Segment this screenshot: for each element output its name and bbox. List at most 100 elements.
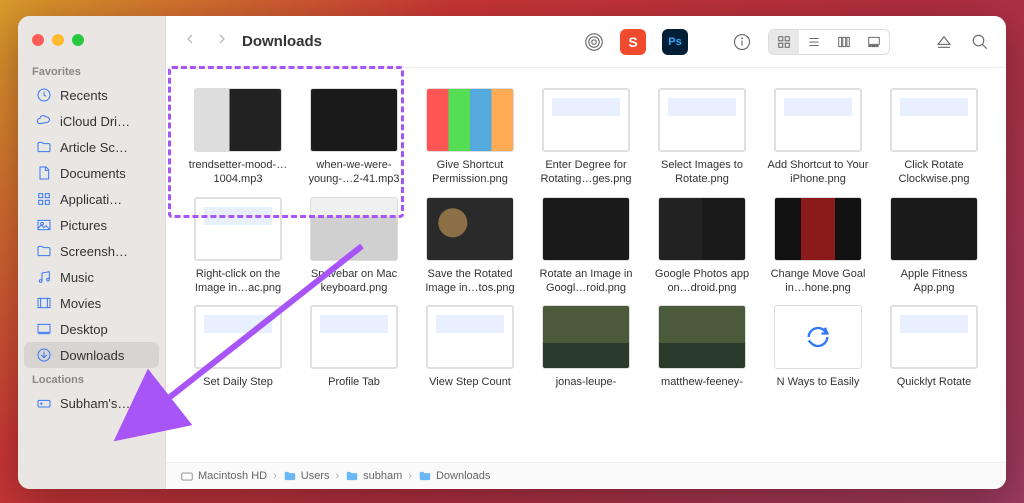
- file-thumbnail: [426, 197, 514, 261]
- sidebar-item-label: Article Sc…: [60, 140, 128, 155]
- info-button[interactable]: [732, 32, 752, 52]
- file-name: Profile Tab: [328, 375, 380, 389]
- file-thumbnail: [310, 88, 398, 152]
- file-item[interactable]: Save the Rotated Image in…tos.png: [416, 197, 524, 296]
- file-item[interactable]: Add Shortcut to Your iPhone.png: [764, 88, 872, 187]
- file-name: N Ways to Easily: [777, 375, 860, 389]
- file-item[interactable]: matthew-feeney-: [648, 305, 756, 389]
- app-icon-s[interactable]: S: [620, 29, 646, 55]
- file-item[interactable]: Rotate an Image in Googl…roid.png: [532, 197, 640, 296]
- file-thumbnail: [774, 88, 862, 152]
- download-icon: [36, 347, 52, 363]
- file-thumbnail: [890, 305, 978, 369]
- file-thumbnail: [774, 197, 862, 261]
- file-item[interactable]: trendsetter-mood-…1004.mp3: [184, 88, 292, 187]
- sidebar-item-downloads[interactable]: Downloads: [24, 342, 159, 368]
- drive-icon: [36, 395, 52, 411]
- file-item[interactable]: Apple Fitness App.png: [880, 197, 988, 296]
- folder-icon: [36, 243, 52, 259]
- close-button[interactable]: [32, 34, 44, 46]
- clock-icon: [36, 87, 52, 103]
- file-name: Set Daily Step: [203, 375, 273, 389]
- sidebar-section-label: Favorites: [18, 60, 165, 82]
- sidebar-item-label: Pictures: [60, 218, 107, 233]
- file-item[interactable]: Quicklyt Rotate: [880, 305, 988, 389]
- file-item[interactable]: View Step Count: [416, 305, 524, 389]
- file-name: Select Images to Rotate.png: [650, 158, 754, 187]
- sidebar-item-pictures[interactable]: Pictures: [24, 212, 159, 238]
- path-bar[interactable]: Macintosh HD›Users›subham›Downloads: [166, 462, 1006, 489]
- airdrop-icon[interactable]: [584, 32, 604, 52]
- file-item[interactable]: N Ways to Easily: [764, 305, 872, 389]
- sidebar-item-label: Screensh…: [60, 244, 128, 259]
- sidebar-item-documents[interactable]: Documents: [24, 160, 159, 186]
- minimize-button[interactable]: [52, 34, 64, 46]
- toolbar: Downloads S Ps: [166, 16, 1006, 68]
- back-button[interactable]: [182, 31, 198, 52]
- file-item[interactable]: Enter Degree for Rotating…ges.png: [532, 88, 640, 187]
- list-view-button[interactable]: [799, 30, 829, 54]
- eject-button[interactable]: [934, 32, 954, 52]
- picture-icon: [36, 217, 52, 233]
- file-item[interactable]: Profile Tab: [300, 305, 408, 389]
- file-thumbnail: [774, 305, 862, 369]
- sidebar-item-desktop[interactable]: Desktop: [24, 316, 159, 342]
- file-thumbnail: [542, 88, 630, 152]
- path-segment[interactable]: subham: [345, 469, 402, 483]
- sidebar-item-articlesc[interactable]: Article Sc…: [24, 134, 159, 160]
- file-item[interactable]: when-we-were-young-…2-41.mp3: [300, 88, 408, 187]
- cloud-icon: [36, 113, 52, 129]
- file-thumbnail: [542, 197, 630, 261]
- file-item[interactable]: Select Images to Rotate.png: [648, 88, 756, 187]
- sidebar-item-label: Subham's…: [60, 396, 130, 411]
- gallery-view-button[interactable]: [859, 30, 889, 54]
- sidebar-item-recents[interactable]: Recents: [24, 82, 159, 108]
- file-item[interactable]: Give Shortcut Permission.png: [416, 88, 524, 187]
- file-item[interactable]: Set Daily Step: [184, 305, 292, 389]
- file-item[interactable]: Click Rotate Clockwise.png: [880, 88, 988, 187]
- file-name: when-we-were-young-…2-41.mp3: [302, 158, 406, 187]
- sidebar-item-label: Movies: [60, 296, 101, 311]
- window-title: Downloads: [242, 33, 322, 50]
- sidebar-item-applicati[interactable]: Applicati…: [24, 186, 159, 212]
- app-icon-photoshop[interactable]: Ps: [662, 29, 688, 55]
- sidebar-item-music[interactable]: Music: [24, 264, 159, 290]
- file-thumbnail: [426, 305, 514, 369]
- sidebar-item-label: Downloads: [60, 348, 124, 363]
- file-name: Rotate an Image in Googl…roid.png: [534, 267, 638, 296]
- path-segment[interactable]: Macintosh HD: [180, 469, 267, 483]
- sidebar-item-label: Documents: [60, 166, 126, 181]
- sidebar-item-movies[interactable]: Movies: [24, 290, 159, 316]
- file-thumbnail: [658, 197, 746, 261]
- file-thumbnail: [658, 88, 746, 152]
- view-mode-group: [768, 29, 890, 55]
- file-name: Google Photos app on…droid.png: [650, 267, 754, 296]
- sidebar-item-label: iCloud Dri…: [60, 114, 130, 129]
- finder-window: FavoritesRecents iCloud Dri… Article Sc… Do…: [18, 16, 1006, 489]
- file-item[interactable]: jonas-leupe-: [532, 305, 640, 389]
- icon-view-button[interactable]: [769, 30, 799, 54]
- sidebar-item-subhams[interactable]: Subham's…: [24, 390, 159, 416]
- file-content-area[interactable]: trendsetter-mood-…1004.mp3 when-we-were-y…: [166, 68, 1006, 462]
- file-thumbnail: [542, 305, 630, 369]
- sidebar-item-screensh[interactable]: Screensh…: [24, 238, 159, 264]
- file-item[interactable]: Google Photos app on…droid.png: [648, 197, 756, 296]
- column-view-button[interactable]: [829, 30, 859, 54]
- file-item[interactable]: Change Move Goal in…hone.png: [764, 197, 872, 296]
- path-segment[interactable]: Downloads: [418, 469, 490, 483]
- forward-button[interactable]: [214, 31, 230, 52]
- maximize-button[interactable]: [72, 34, 84, 46]
- file-item[interactable]: Spavebar on Mac keyboard.png: [300, 197, 408, 296]
- music-icon: [36, 269, 52, 285]
- sidebar-item-iclouddri[interactable]: iCloud Dri…: [24, 108, 159, 134]
- file-item[interactable]: Right-click on the Image in…ac.png: [184, 197, 292, 296]
- file-thumbnail: [658, 305, 746, 369]
- file-thumbnail: [310, 197, 398, 261]
- file-thumbnail: [890, 197, 978, 261]
- file-name: Quicklyt Rotate: [897, 375, 972, 389]
- path-segment[interactable]: Users: [283, 469, 330, 483]
- file-name: jonas-leupe-: [556, 375, 617, 389]
- main-pane: Downloads S Ps trendsetter-moo: [166, 16, 1006, 489]
- sidebar-section-label: Locations: [18, 368, 165, 390]
- search-button[interactable]: [970, 32, 990, 52]
